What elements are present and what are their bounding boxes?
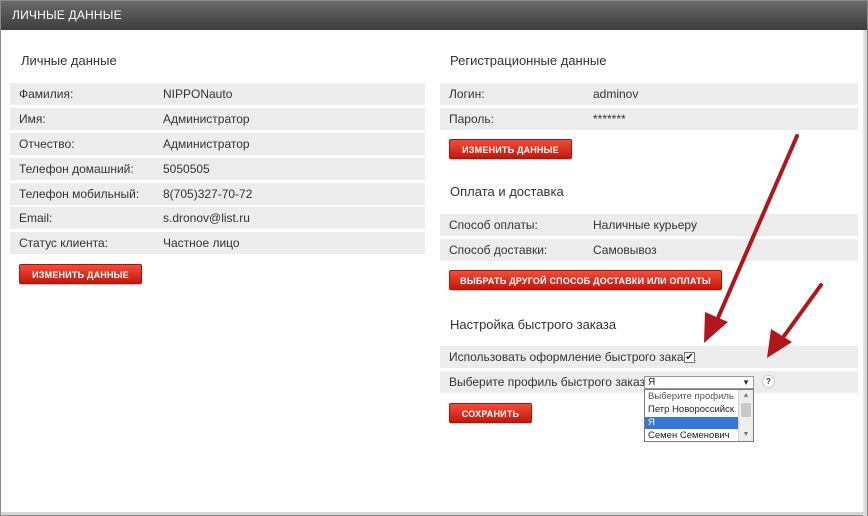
row-value: NIPPONauto	[163, 87, 233, 101]
personal-data-window: ЛИЧНЫЕ ДАННЫЕ Личные данные Фамилия: NIP…	[0, 0, 868, 516]
change-delivery-payment-button[interactable]: ВЫБРАТЬ ДРУГОЙ СПОСОБ ДОСТАВКИ ИЛИ ОПЛАТ…	[449, 270, 722, 290]
row-label: Способ доставки:	[449, 243, 548, 257]
personal-section-title: Личные данные	[21, 53, 117, 68]
payment-section-title: Оплата и доставка	[450, 184, 564, 199]
profile-select[interactable]: Я ▼	[644, 376, 754, 389]
dropdown-scrollbar[interactable]: ▲ ▼	[738, 390, 753, 441]
personal-row-mobile-phone: Телефон мобильный: 8(705)327-70-72	[10, 183, 425, 205]
row-value: *******	[593, 112, 626, 126]
annotation-arrow-shaft	[777, 283, 823, 345]
scrollbar-thumb[interactable]	[741, 403, 751, 417]
row-value: s.dronov@list.ru	[163, 211, 250, 225]
use-quick-order-checkbox[interactable]: ✔	[684, 352, 695, 363]
row-value: 5050505	[163, 162, 210, 176]
row-label: Фамилия:	[19, 87, 74, 101]
window-title: ЛИЧНЫЕ ДАННЫЕ	[1, 1, 867, 30]
personal-row-surname: Фамилия: NIPPONauto	[10, 83, 425, 105]
row-label: Способ оплаты:	[449, 218, 538, 232]
row-value: Самовывоз	[593, 243, 657, 257]
registration-row-password: Пароль: *******	[440, 108, 858, 130]
row-value: Наличные курьеру	[593, 218, 697, 232]
row-value: adminov	[593, 87, 639, 101]
quick-order-use-row: Использовать оформление быстрого заказа …	[440, 346, 858, 368]
row-label: Статус клиента:	[19, 236, 109, 250]
edit-personal-data-button[interactable]: ИЗМЕНИТЬ ДАННЫЕ	[19, 264, 142, 284]
profile-dropdown-list: Выберите профиль Петр Новороссийск Я Сем…	[644, 389, 754, 442]
profile-option-selected[interactable]: Я	[645, 417, 740, 429]
payment-row-delivery: Способ доставки: Самовывоз	[440, 239, 858, 261]
row-value: Администратор	[163, 112, 250, 126]
scroll-down-icon[interactable]: ▼	[739, 429, 753, 441]
bottom-edge-shadow	[1, 512, 867, 515]
row-value: Частное лицо	[163, 236, 240, 250]
profile-option[interactable]: Выберите профиль	[645, 391, 740, 403]
edit-registration-data-button[interactable]: ИЗМЕНИТЬ ДАННЫЕ	[449, 139, 572, 159]
row-label: Отчество:	[19, 137, 75, 151]
personal-row-client-status: Статус клиента: Частное лицо	[10, 232, 425, 254]
personal-row-name: Имя: Администратор	[10, 108, 425, 130]
row-label: Email:	[19, 211, 53, 225]
right-edge-shadow	[863, 30, 867, 516]
profile-option[interactable]: Петр Новороссийск	[645, 404, 740, 416]
annotation-arrowhead	[704, 312, 728, 343]
quick-order-section-title: Настройка быстрого заказа	[450, 317, 617, 332]
profile-label: Выберите профиль быстрого заказа	[449, 375, 652, 389]
save-button[interactable]: СОХРАНИТЬ	[449, 403, 532, 423]
registration-section-title: Регистрационные данные	[450, 53, 607, 68]
row-label: Пароль:	[449, 112, 494, 126]
help-icon[interactable]: ?	[762, 375, 775, 388]
scroll-up-icon[interactable]: ▲	[739, 390, 753, 402]
row-value: 8(705)327-70-72	[163, 187, 253, 201]
registration-row-login: Логин: adminov	[440, 83, 858, 105]
row-label: Телефон мобильный:	[19, 187, 140, 201]
profile-select-value: Я	[648, 377, 656, 388]
row-label: Имя:	[19, 112, 46, 126]
row-label: Телефон домашний:	[19, 162, 134, 176]
personal-row-patronymic: Отчество: Администратор	[10, 133, 425, 155]
chevron-down-icon: ▼	[742, 378, 750, 387]
row-value: Администратор	[163, 137, 250, 151]
row-label: Логин:	[449, 87, 485, 101]
personal-row-home-phone: Телефон домашний: 5050505	[10, 158, 425, 180]
profile-option[interactable]: Семен Семенович	[645, 430, 740, 441]
payment-row-method: Способ оплаты: Наличные курьеру	[440, 214, 858, 236]
use-quick-order-label: Использовать оформление быстрого заказа	[449, 350, 696, 364]
personal-row-email: Email: s.dronov@list.ru	[10, 207, 425, 229]
